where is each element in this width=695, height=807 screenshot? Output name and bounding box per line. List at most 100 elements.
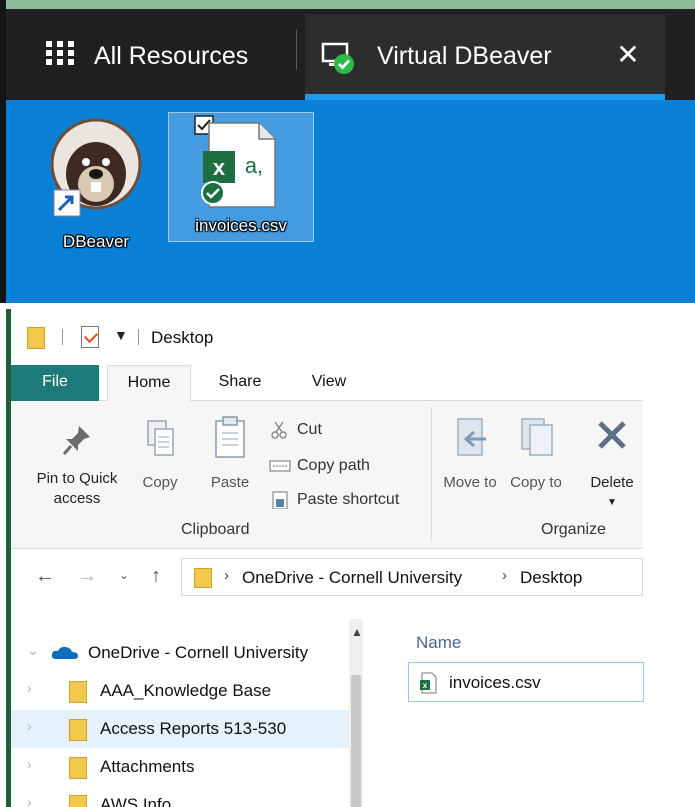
copy-icon <box>147 420 174 456</box>
column-header-name[interactable]: Name <box>416 633 461 653</box>
paste-shortcut-button[interactable]: Paste shortcut <box>269 491 399 509</box>
tree-item-onedrive[interactable]: ⌄ OneDrive - Cornell University <box>11 634 349 672</box>
ribbon-tab-bar: File Home Share View <box>11 365 643 402</box>
file-explorer-window: ▼ Desktop File Home Share View Pin to Qu… <box>6 309 695 807</box>
file-name: invoices.csv <box>449 673 541 692</box>
tab-all-resources[interactable]: All Resources <box>10 14 292 100</box>
navigation-pane: ⌄ OneDrive - Cornell University › AAA_Kn… <box>11 619 363 807</box>
move-to-icon <box>457 418 486 456</box>
tab-virtual-dbeaver-label: Virtual DBeaver <box>377 42 552 70</box>
copy-path-button[interactable]: Copy path <box>269 457 370 475</box>
tab-divider <box>296 30 297 70</box>
chevron-down-icon: ▼ <box>607 497 617 508</box>
chevron-down-icon[interactable]: ⌄ <box>27 642 39 659</box>
tree-item-aws-info[interactable]: › AWS Info <box>11 786 349 807</box>
scroll-up-icon[interactable]: ▲ <box>351 625 363 639</box>
desktop-icon-invoices-csv[interactable]: x a, invoices.csv <box>168 112 314 242</box>
breadcrumb-desktop[interactable]: Desktop <box>520 568 582 588</box>
navigation-bar: ← → ⌄ ↑ › OneDrive - Cornell University … <box>11 549 643 605</box>
pin-icon <box>62 426 90 455</box>
folder-icon <box>69 681 87 703</box>
top-accent-strip <box>0 0 695 9</box>
excel-csv-icon: x <box>420 672 437 694</box>
paste-label: Paste <box>210 474 250 491</box>
desktop-icon-label: invoices.csv <box>195 216 287 235</box>
scrollbar-thumb[interactable] <box>351 675 361 807</box>
tree-item-label: Access Reports 513-530 <box>100 719 287 738</box>
desktop-icon-dbeaver[interactable]: DBeaver <box>48 114 144 254</box>
breadcrumb-onedrive[interactable]: OneDrive - Cornell University <box>242 568 462 588</box>
tree-item-attachments[interactable]: › Attachments <box>11 748 349 786</box>
delete-label: Delete <box>590 474 634 491</box>
session-tab-bar: All Resources Virtual DBeaver ✕ <box>0 0 695 100</box>
tree-item-aaa-knowledge-base[interactable]: › AAA_Knowledge Base <box>11 672 349 710</box>
move-to-button[interactable]: Move to <box>441 415 499 493</box>
tab-file[interactable]: File <box>11 365 99 401</box>
copy-to-button[interactable]: Copy to <box>509 415 563 493</box>
remote-desktop: DBeaver x a, invoices.csv <box>6 100 695 303</box>
paste-button[interactable]: Paste <box>199 415 261 493</box>
paste-shortcut-label: Paste shortcut <box>297 491 400 509</box>
copy-to-icon <box>521 418 553 456</box>
delete-x-icon <box>598 421 626 449</box>
close-tab-icon[interactable]: ✕ <box>611 38 645 72</box>
address-bar[interactable]: › OneDrive - Cornell University › Deskto… <box>181 558 643 596</box>
scissors-icon <box>271 421 287 439</box>
ribbon-home: Pin to Quick access Copy Paste Cut Copy … <box>11 401 643 549</box>
apps-grid-icon <box>46 41 74 65</box>
folder-icon <box>27 327 45 349</box>
tab-virtual-dbeaver[interactable]: Virtual DBeaver ✕ <box>305 14 665 100</box>
window-title: Desktop <box>151 328 214 347</box>
recent-locations-chevron-icon[interactable]: ⌄ <box>119 568 129 582</box>
delete-button[interactable]: Delete ▼ <box>581 415 643 513</box>
move-to-label: Move to <box>443 474 497 491</box>
back-arrow-icon[interactable]: ← <box>35 565 55 588</box>
group-divider <box>431 407 432 541</box>
properties-icon[interactable] <box>81 326 99 348</box>
desktop-icon-label: DBeaver <box>62 232 130 251</box>
copy-path-label: Copy path <box>297 457 370 475</box>
tree-item-label: OneDrive - Cornell University <box>88 643 309 662</box>
tree-item-label: AAA_Knowledge Base <box>100 681 272 700</box>
folder-icon <box>69 719 87 741</box>
tab-share[interactable]: Share <box>205 365 275 401</box>
file-row-invoices-csv[interactable]: x invoices.csv <box>408 662 644 702</box>
copy-label: Copy <box>142 474 178 491</box>
tree-item-access-reports[interactable]: › Access Reports 513-530 <box>11 710 349 748</box>
quick-access-divider <box>62 329 63 345</box>
onedrive-cloud-icon <box>51 646 78 659</box>
copy-to-label: Copy to <box>510 474 562 491</box>
svg-text:x: x <box>423 681 428 690</box>
tab-home[interactable]: Home <box>107 365 191 402</box>
paste-shortcut-icon <box>272 491 288 509</box>
cut-button[interactable]: Cut <box>269 421 322 439</box>
title-bar: ▼ Desktop <box>11 309 643 365</box>
chevron-right-icon[interactable]: › <box>27 756 32 772</box>
folder-icon <box>69 757 87 779</box>
chevron-right-icon[interactable]: › <box>27 718 32 734</box>
dbeaver-beaver-icon <box>50 118 142 217</box>
tab-all-resources-label: All Resources <box>94 42 249 70</box>
file-list: Name x invoices.csv <box>386 619 644 807</box>
chevron-right-icon[interactable]: › <box>27 680 32 696</box>
pin-to-quick-access-button[interactable]: Pin to Quick access <box>21 423 133 509</box>
svg-text:a,: a, <box>245 153 263 178</box>
quick-access-divider <box>138 329 139 345</box>
tree-item-label: AWS Info <box>100 795 172 807</box>
nav-pane-scrollbar[interactable]: ▲ <box>349 619 363 807</box>
breadcrumb-chevron-icon[interactable]: › <box>224 567 229 584</box>
tab-view[interactable]: View <box>299 365 359 401</box>
tree-item-label: Attachments <box>100 757 195 776</box>
copy-button[interactable]: Copy <box>135 417 185 493</box>
chevron-right-icon[interactable]: › <box>27 794 32 807</box>
customize-toolbar-icon[interactable]: ▼ <box>114 327 128 343</box>
up-arrow-icon[interactable]: ↑ <box>151 565 161 588</box>
pin-to-quick-access-label: Pin to Quick access <box>36 470 118 507</box>
excel-csv-icon: x a, <box>194 115 276 208</box>
svg-text:x: x <box>213 155 226 180</box>
breadcrumb-chevron-icon[interactable]: › <box>502 567 507 584</box>
cut-label: Cut <box>297 421 322 439</box>
organize-group-label: Organize <box>541 521 606 538</box>
forward-arrow-icon[interactable]: → <box>77 565 97 588</box>
clipboard-paste-icon <box>215 416 245 458</box>
